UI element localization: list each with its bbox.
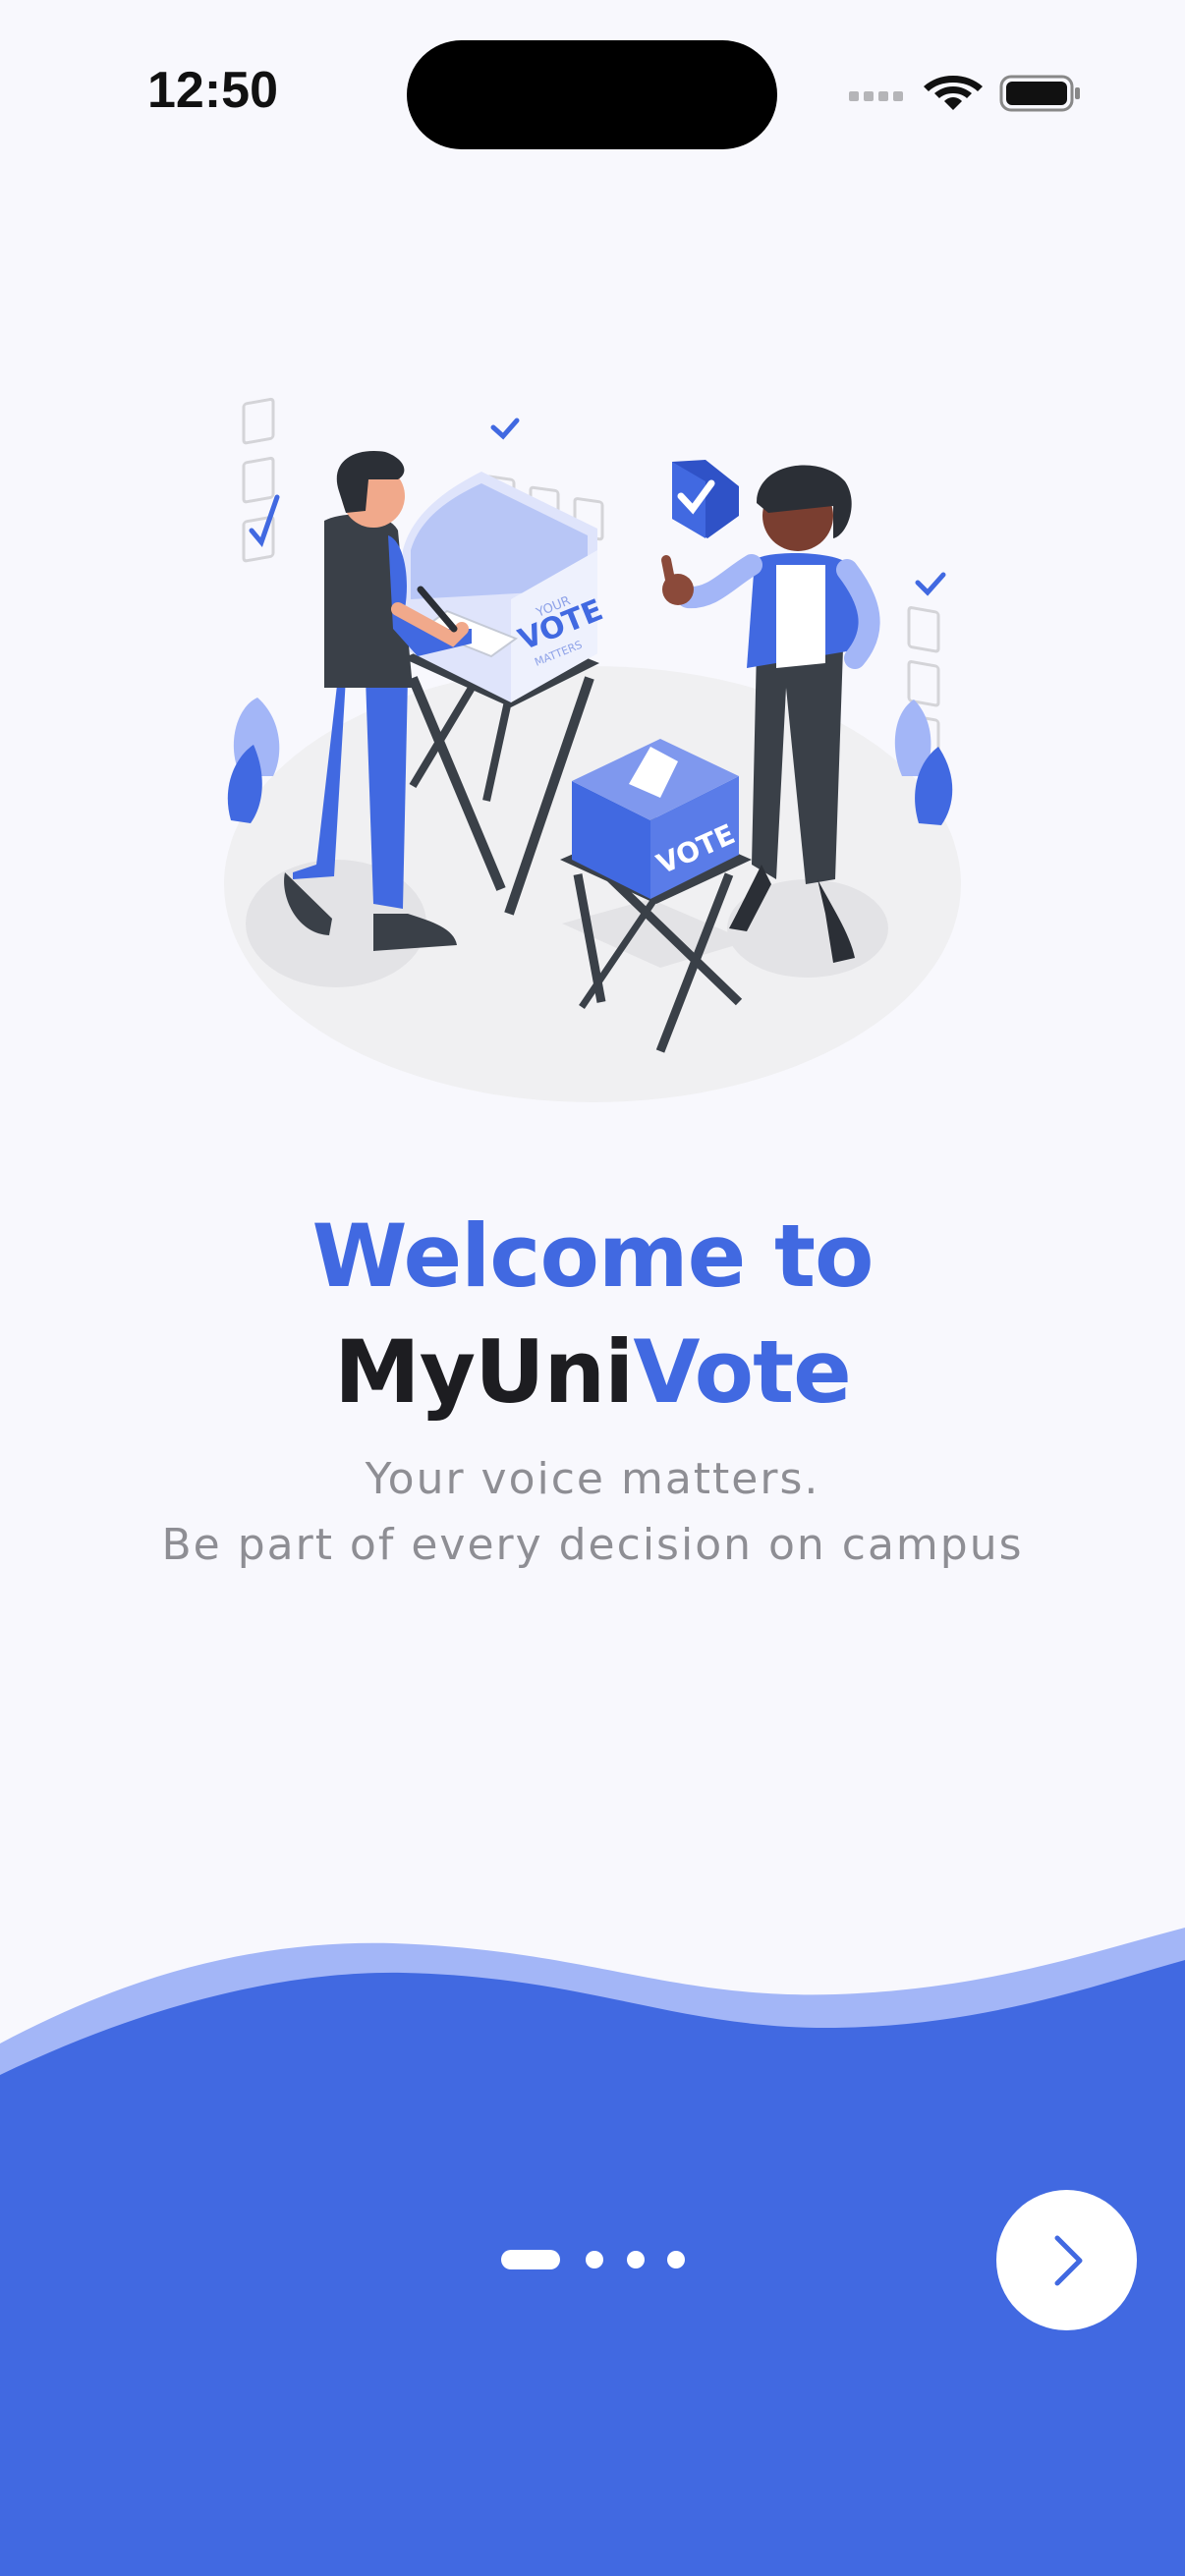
page-indicator-dot <box>667 2251 685 2268</box>
page-indicator <box>501 2250 698 2271</box>
check-mark-right <box>915 572 946 596</box>
check-mark-top <box>490 418 520 440</box>
vote-check-badge <box>672 460 739 538</box>
status-icons <box>849 75 1080 112</box>
battery-icon <box>999 75 1080 112</box>
page-indicator-dot <box>627 2251 645 2268</box>
next-button[interactable] <box>996 2190 1137 2330</box>
cellular-signal-icon <box>849 91 903 101</box>
page-indicator-dot <box>586 2251 603 2268</box>
page-indicator-active <box>501 2250 560 2269</box>
dynamic-island <box>407 40 777 149</box>
welcome-title-line1: Welcome to <box>311 1205 875 1307</box>
subtitle-line2: Be part of every decision on campus <box>161 1520 1024 1570</box>
subtitle-line1: Your voice matters. <box>365 1454 820 1504</box>
app-name-part2: Vote <box>633 1321 851 1423</box>
welcome-title: Welcome to MyUniVote <box>0 1199 1185 1430</box>
chevron-right-icon <box>1054 2235 1083 2286</box>
app-name-part1: MyUni <box>334 1321 634 1423</box>
wifi-icon <box>924 76 983 110</box>
app-name: MyUniVote <box>0 1315 1185 1430</box>
status-bar: 12:50 <box>0 0 1185 196</box>
welcome-subtitle: Your voice matters. Be part of every dec… <box>0 1446 1185 1578</box>
voting-illustration: YOUR VOTE MATTERS VOTE <box>224 397 961 1102</box>
status-time: 12:50 <box>147 62 278 119</box>
